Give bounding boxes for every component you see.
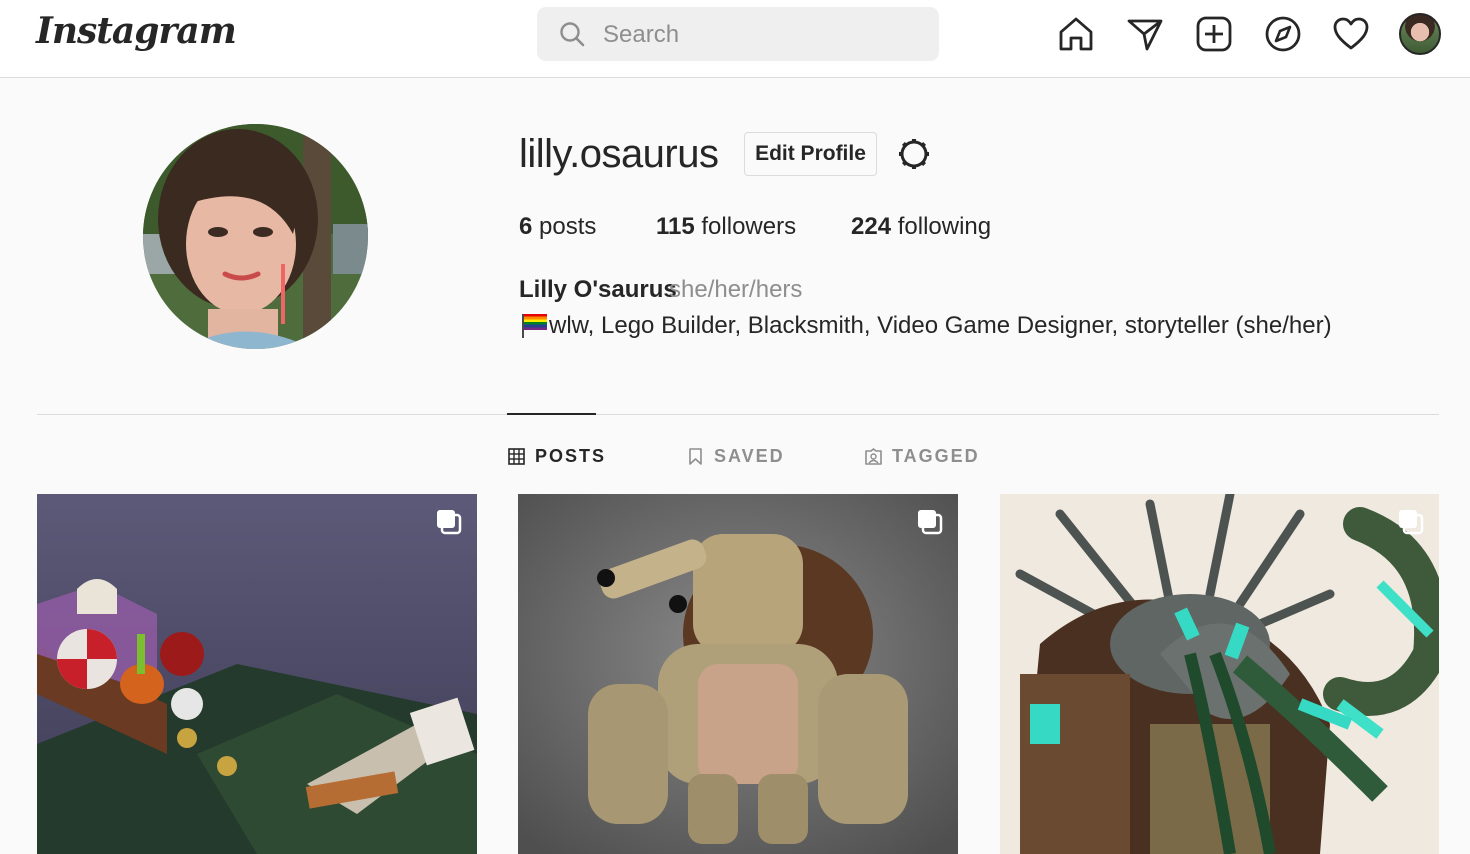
following-stat[interactable]: 224 following <box>851 213 991 241</box>
rainbow-flag-icon <box>521 314 547 338</box>
profile-pronouns: she/her/hers <box>669 276 803 303</box>
profile-picture[interactable] <box>143 124 368 349</box>
post-image <box>37 494 477 854</box>
posts-count: 6 <box>519 213 533 240</box>
post-thumbnail-3[interactable] <box>1000 494 1439 854</box>
instagram-logo[interactable]: Instagram <box>36 10 237 52</box>
followers-label: followers <box>701 213 797 240</box>
tab-saved[interactable]: SAVED <box>687 444 785 468</box>
tab-saved-label: SAVED <box>714 445 785 466</box>
grid-icon <box>508 447 525 465</box>
post-thumbnail-1[interactable] <box>37 494 477 854</box>
posts-label: posts <box>539 213 597 240</box>
new-post-icon[interactable] <box>1194 14 1234 54</box>
tabs-divider <box>37 414 1439 415</box>
search-icon <box>560 22 585 47</box>
active-tab-indicator <box>507 413 596 415</box>
profile-full-name: Lilly O'saurus <box>519 276 677 303</box>
followers-count: 115 <box>656 213 695 240</box>
tab-posts-label: POSTS <box>535 445 607 466</box>
search-box[interactable] <box>537 7 939 61</box>
search-input[interactable] <box>601 17 925 53</box>
tab-tagged-label: TAGGED <box>892 445 980 466</box>
post-image <box>518 494 958 854</box>
profile-avatar-icon[interactable] <box>1399 13 1441 55</box>
followers-stat[interactable]: 115 followers <box>656 213 796 241</box>
tab-posts[interactable]: POSTS <box>508 444 606 468</box>
explore-icon[interactable] <box>1263 14 1303 54</box>
direct-message-icon[interactable] <box>1125 14 1165 54</box>
post-image <box>1000 494 1439 854</box>
following-count: 224 <box>851 213 892 240</box>
bio-text: wlw, Lego Builder, Blacksmith, Video Gam… <box>549 312 1332 339</box>
posts-count-stat: 6 posts <box>519 213 596 241</box>
home-icon[interactable] <box>1056 14 1096 54</box>
options-gear-icon[interactable] <box>896 136 932 172</box>
multiple-photos-icon <box>437 510 462 535</box>
following-label: following <box>897 213 992 240</box>
edit-profile-button[interactable]: Edit Profile <box>744 132 877 176</box>
post-thumbnail-2[interactable] <box>518 494 958 854</box>
multiple-photos-icon <box>918 510 943 535</box>
bookmark-icon <box>689 447 702 465</box>
top-nav-bar: Instagram <box>0 0 1470 78</box>
profile-username: lilly.osaurus <box>519 132 719 176</box>
profile-bio: wlw, Lego Builder, Blacksmith, Video Gam… <box>521 312 1332 340</box>
tagged-icon <box>865 447 882 465</box>
tab-tagged[interactable]: TAGGED <box>865 444 980 468</box>
activity-heart-icon[interactable] <box>1331 14 1371 54</box>
multiple-photos-icon <box>1399 510 1424 535</box>
